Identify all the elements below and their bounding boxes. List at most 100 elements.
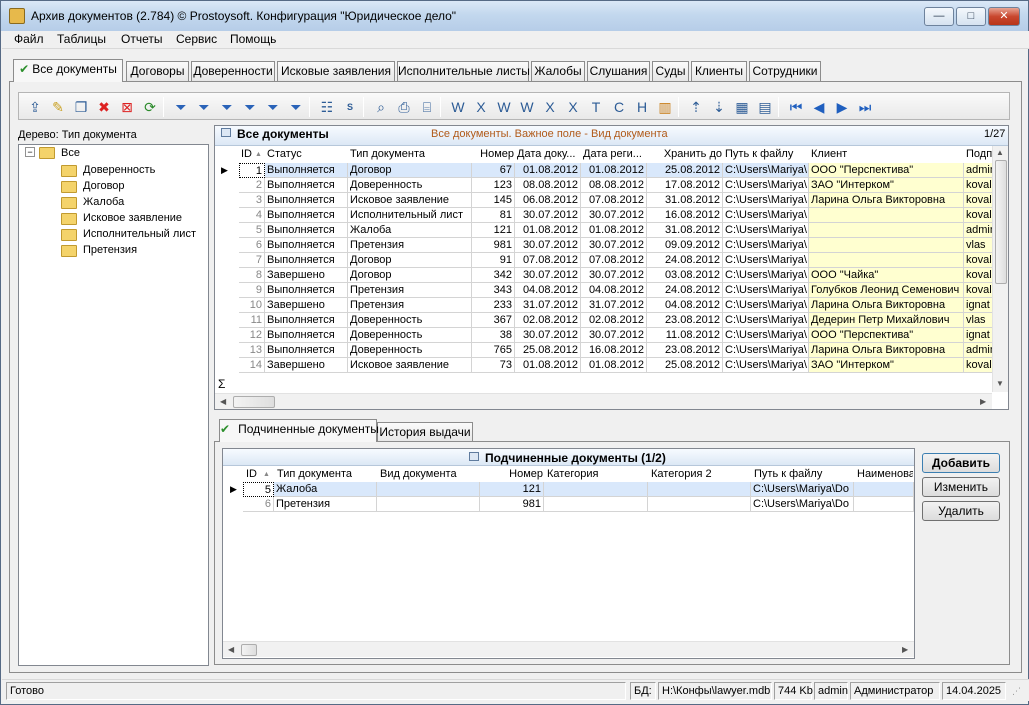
table-cell[interactable]: 02.08.2012: [581, 313, 647, 328]
table-cell[interactable]: admin: [964, 163, 994, 178]
table-cell[interactable]: Дедерин Петр Михайлович: [809, 313, 964, 328]
table-cell[interactable]: 02.08.2012: [515, 313, 581, 328]
table-cell[interactable]: 11.08.2012: [647, 328, 723, 343]
filter-list-icon[interactable]: ⏷: [286, 97, 306, 117]
table-cell[interactable]: Голубков Леонид Семенович: [809, 283, 964, 298]
table-row[interactable]: 7 Выполняется Договор 91 07.08.2012 07.08.201…: [217, 253, 994, 268]
table-cell[interactable]: 121: [472, 223, 515, 238]
table-cell[interactable]: 343: [472, 283, 515, 298]
table-cell[interactable]: 17.08.2012: [647, 178, 723, 193]
table-cell[interactable]: 14: [239, 358, 265, 373]
scroll-left-icon[interactable]: ◀: [220, 397, 226, 406]
table-cell[interactable]: Договор: [348, 268, 472, 283]
table-cell[interactable]: Выполняется: [265, 193, 348, 208]
table-row[interactable]: 11 Выполняется Доверенность 367 02.08.2012 02…: [217, 313, 994, 328]
table-cell[interactable]: 01.08.2012: [515, 358, 581, 373]
grid-horizontal-scrollbar[interactable]: ◀ ▶: [215, 393, 992, 409]
tree-item[interactable]: Исковое заявление: [83, 211, 182, 226]
table-cell[interactable]: 9: [239, 283, 265, 298]
tab-3[interactable]: Доверенности: [191, 61, 275, 81]
table-cell[interactable]: 981: [472, 238, 515, 253]
table-cell[interactable]: C:\Users\Mariya\: [723, 298, 809, 313]
table-cell[interactable]: 07.08.2012: [515, 253, 581, 268]
subgrid-cell[interactable]: [854, 497, 914, 512]
find-icon[interactable]: ⌕: [371, 97, 391, 117]
subgrid-cell[interactable]: 6: [243, 497, 274, 512]
subgrid-cell[interactable]: [377, 482, 480, 497]
table-cell[interactable]: 3: [239, 193, 265, 208]
table-cell[interactable]: C:\Users\Mariya\: [723, 253, 809, 268]
table-row[interactable]: 2 Выполняется Доверенность 123 08.08.2012 08.…: [217, 178, 994, 193]
html-icon[interactable]: H: [632, 97, 652, 117]
subgrid-column-header[interactable]: Категория 2: [651, 467, 750, 482]
subgrid-horizontal-scrollbar[interactable]: ◀ ▶: [223, 641, 914, 657]
table-cell[interactable]: 01.08.2012: [581, 163, 647, 178]
subgrid-cell[interactable]: [648, 497, 751, 512]
table-cell[interactable]: C:\Users\Mariya\: [723, 313, 809, 328]
table-cell[interactable]: 25.08.2012: [647, 163, 723, 178]
table-cell[interactable]: 03.08.2012: [647, 268, 723, 283]
table-cell[interactable]: 30.07.2012: [515, 268, 581, 283]
table-cell[interactable]: Исковое заявление: [348, 193, 472, 208]
table-cell[interactable]: ЗАО "Интерком": [809, 178, 964, 193]
subgrid-cell[interactable]: 5: [243, 482, 274, 497]
scroll-up-icon[interactable]: ▲: [996, 148, 1004, 157]
table-cell[interactable]: 4: [239, 208, 265, 223]
table-cell[interactable]: 23.08.2012: [647, 343, 723, 358]
export-icon[interactable]: ⇪: [25, 97, 45, 117]
table-cell[interactable]: 38: [472, 328, 515, 343]
word-doc-icon[interactable]: W: [494, 97, 514, 117]
table-cell[interactable]: koval: [964, 253, 994, 268]
table-cell[interactable]: 765: [472, 343, 515, 358]
delete-button[interactable]: Удалить: [922, 501, 1000, 521]
table-cell[interactable]: Исполнительный лист: [348, 208, 472, 223]
table-cell[interactable]: 67: [472, 163, 515, 178]
column-header[interactable]: Дата реги...: [583, 147, 646, 162]
table-cell[interactable]: 07.08.2012: [581, 253, 647, 268]
refresh-icon[interactable]: ⟳: [140, 97, 160, 117]
table-cell[interactable]: 08.08.2012: [581, 178, 647, 193]
table-cell[interactable]: 25.08.2012: [647, 358, 723, 373]
print-icon[interactable]: ⎙: [394, 97, 414, 117]
subgrid-cell[interactable]: [854, 482, 914, 497]
table-cell[interactable]: Завершено: [265, 268, 348, 283]
delete-all-icon[interactable]: ⊠: [117, 97, 137, 117]
table-cell[interactable]: Выполняется: [265, 283, 348, 298]
table-cell[interactable]: 233: [472, 298, 515, 313]
subgrid-cell[interactable]: C:\Users\Mariya\Do: [751, 482, 854, 497]
table-cell[interactable]: [809, 208, 964, 223]
table-cell[interactable]: 91: [472, 253, 515, 268]
first-icon[interactable]: ⏮: [786, 97, 806, 117]
table-cell[interactable]: C:\Users\Mariya\: [723, 283, 809, 298]
table-cell[interactable]: Жалоба: [348, 223, 472, 238]
table-cell[interactable]: C:\Users\Mariya\: [723, 163, 809, 178]
delete-icon[interactable]: ✖: [94, 97, 114, 117]
tab-10[interactable]: Сотрудники: [749, 61, 821, 81]
tree-root-all[interactable]: Все: [61, 146, 80, 161]
csv-icon[interactable]: C: [609, 97, 629, 117]
table-cell[interactable]: 342: [472, 268, 515, 283]
subgrid-cell[interactable]: [648, 482, 751, 497]
tree-item[interactable]: Исполнительный лист: [83, 227, 196, 242]
table-cell[interactable]: 30.07.2012: [515, 238, 581, 253]
table-cell[interactable]: koval: [964, 193, 994, 208]
edit-icon[interactable]: ✎: [48, 97, 68, 117]
table-cell[interactable]: ООО "Перспектива": [809, 328, 964, 343]
table-cell[interactable]: Завершено: [265, 298, 348, 313]
menu-tables[interactable]: Таблицы: [52, 32, 111, 47]
table-cell[interactable]: C:\Users\Mariya\: [723, 223, 809, 238]
table-cell[interactable]: Доверенность: [348, 313, 472, 328]
column-header[interactable]: Подп: [966, 147, 993, 162]
table-cell[interactable]: Выполняется: [265, 313, 348, 328]
table-cell[interactable]: koval: [964, 358, 994, 373]
scroll-down-icon[interactable]: ▼: [996, 379, 1004, 388]
table-cell[interactable]: 5: [239, 223, 265, 238]
table-cell[interactable]: C:\Users\Mariya\: [723, 268, 809, 283]
table-cell[interactable]: 145: [472, 193, 515, 208]
table-icon[interactable]: ▦: [732, 97, 752, 117]
table-row[interactable]: 13 Выполняется Доверенность 765 25.08.2012 16…: [217, 343, 994, 358]
table-cell[interactable]: 12: [239, 328, 265, 343]
txt-icon[interactable]: T: [586, 97, 606, 117]
table-edit-icon[interactable]: ▤: [755, 97, 775, 117]
table-cell[interactable]: 31.08.2012: [647, 223, 723, 238]
